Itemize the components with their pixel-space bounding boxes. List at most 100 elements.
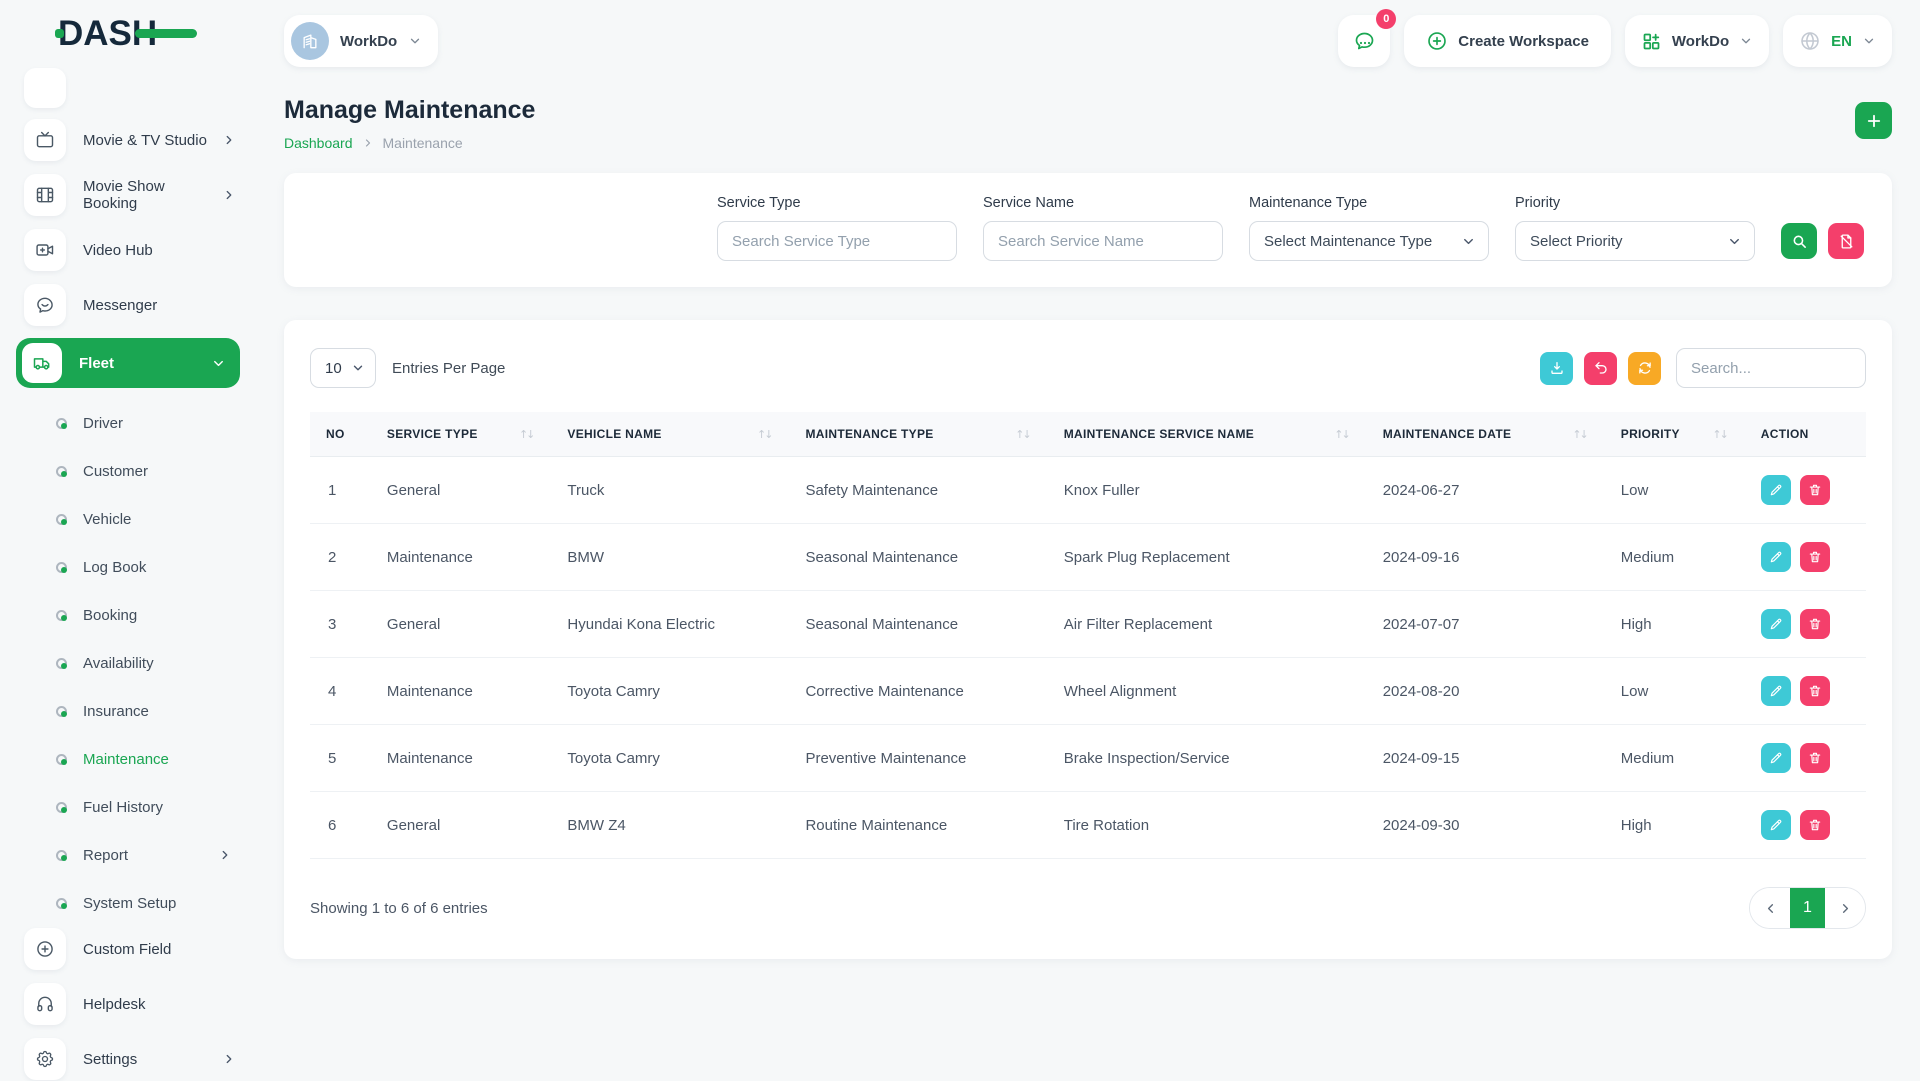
sidebar-item-movie-tv-studio[interactable]: Movie & TV Studio	[16, 118, 240, 162]
pencil-icon	[1769, 617, 1783, 631]
edit-button[interactable]	[1761, 542, 1791, 572]
column-header-vehicle-name[interactable]: VEHICLE NAME↑↓	[557, 412, 795, 457]
breadcrumb: Dashboard Maintenance	[284, 135, 1855, 151]
pencil-icon	[1769, 684, 1783, 698]
showing-entries-text: Showing 1 to 6 of 6 entries	[310, 900, 1749, 917]
sidebar-subitem-fuel-history[interactable]: Fuel History	[16, 783, 240, 831]
submenu-dot-icon	[56, 898, 67, 909]
refresh-button[interactable]	[1628, 352, 1661, 385]
workspace-name: WorkDo	[340, 33, 397, 50]
export-button[interactable]	[1540, 352, 1573, 385]
sidebar-item-label: Movie Show Booking	[83, 178, 222, 212]
column-header-maintenance-service-name[interactable]: MAINTENANCE SERVICE NAME↑↓	[1054, 412, 1373, 457]
app-root: DASH Movie & TV Studio Movie Show Bookin…	[0, 0, 1920, 1080]
dash-logo[interactable]: DASH	[58, 16, 157, 51]
table-row: 6 General BMW Z4 Routine Maintenance Tir…	[310, 792, 1866, 859]
priority-field: Priority Select Priority	[1515, 195, 1755, 261]
next-page-button[interactable]	[1825, 888, 1865, 928]
sidebar-subitem-report[interactable]: Report	[16, 831, 240, 879]
sidebar-subitem-booking[interactable]: Booking	[16, 591, 240, 639]
priority-select[interactable]: Select Priority	[1515, 221, 1755, 261]
messages-badge: 0	[1376, 9, 1396, 29]
sidebar-item-settings[interactable]: Settings	[16, 1037, 240, 1081]
back-button[interactable]	[1584, 352, 1617, 385]
column-header-no: NO	[310, 412, 377, 457]
workspace-menu-button[interactable]: WorkDo	[1625, 15, 1769, 67]
sidebar-item-custom-field[interactable]: Custom Field	[16, 927, 240, 971]
trash-icon	[1808, 483, 1822, 497]
breadcrumb-current: Maintenance	[383, 135, 463, 151]
edit-button[interactable]	[1761, 810, 1791, 840]
maintenance-table-card: 10 Entries Per Page	[284, 320, 1892, 959]
sidebar-item-movie-show-booking[interactable]: Movie Show Booking	[16, 173, 240, 217]
sidebar-subitem-customer[interactable]: Customer	[16, 447, 240, 495]
delete-button[interactable]	[1800, 475, 1830, 505]
column-header-service-type[interactable]: SERVICE TYPE↑↓	[377, 412, 557, 457]
sidebar-item-helpdesk[interactable]: Helpdesk	[16, 982, 240, 1026]
service-name-input[interactable]	[983, 221, 1223, 261]
filter-reset-button[interactable]	[1828, 223, 1864, 259]
submenu-dot-icon	[56, 658, 67, 669]
chevron-right-icon	[222, 133, 236, 147]
sidebar-item-fleet[interactable]: Fleet	[16, 338, 240, 388]
priority-label: Priority	[1515, 195, 1755, 211]
delete-button[interactable]	[1800, 743, 1830, 773]
workspace-switcher[interactable]: WorkDo	[284, 15, 438, 67]
delete-button[interactable]	[1800, 676, 1830, 706]
delete-button[interactable]	[1800, 609, 1830, 639]
table-row: 2 Maintenance BMW Seasonal Maintenance S…	[310, 524, 1866, 591]
messages-button[interactable]: 0	[1338, 15, 1390, 67]
submenu-dot-icon	[56, 610, 67, 621]
edit-button[interactable]	[1761, 743, 1791, 773]
chevron-down-icon	[1862, 34, 1876, 48]
table-row: 5 Maintenance Toyota Camry Preventive Ma…	[310, 725, 1866, 792]
add-maintenance-button[interactable]	[1855, 102, 1892, 139]
chevron-right-icon	[218, 848, 232, 862]
delete-button[interactable]	[1800, 542, 1830, 572]
language-selector[interactable]: EN	[1783, 15, 1892, 67]
tv-icon	[24, 119, 66, 161]
column-header-maintenance-type[interactable]: MAINTENANCE TYPE↑↓	[795, 412, 1053, 457]
logo-dot	[55, 29, 64, 38]
edit-button[interactable]	[1761, 609, 1791, 639]
filter-search-button[interactable]	[1781, 223, 1817, 259]
delete-button[interactable]	[1800, 810, 1830, 840]
sidebar-subitem-system-setup[interactable]: System Setup	[16, 879, 240, 927]
plus-icon	[1865, 112, 1883, 130]
create-workspace-button[interactable]: Create Workspace	[1404, 15, 1611, 67]
column-header-maintenance-date[interactable]: MAINTENANCE DATE↑↓	[1373, 412, 1611, 457]
chevron-down-icon	[351, 361, 365, 375]
headphones-icon	[24, 983, 66, 1025]
download-icon	[1549, 360, 1565, 376]
sidebar-nav: Movie & TV Studio Movie Show Booking Vid…	[16, 66, 260, 1081]
sort-icon: ↑↓	[1572, 428, 1600, 441]
sidebar-subitem-insurance[interactable]: Insurance	[16, 687, 240, 735]
sidebar-subitem-driver[interactable]: Driver	[16, 399, 240, 447]
table-search-input[interactable]	[1676, 348, 1866, 388]
breadcrumb-dashboard-link[interactable]: Dashboard	[284, 135, 353, 151]
service-type-input[interactable]	[717, 221, 957, 261]
maintenance-type-select[interactable]: Select Maintenance Type	[1249, 221, 1489, 261]
page-number[interactable]: 1	[1790, 888, 1825, 928]
submenu-dot-icon	[56, 850, 67, 861]
logo-row: DASH	[16, 0, 260, 66]
sidebar-item-messenger[interactable]: Messenger	[16, 283, 240, 327]
search-icon	[1791, 233, 1808, 250]
sidebar-subitem-vehicle[interactable]: Vehicle	[16, 495, 240, 543]
entries-per-page-select[interactable]: 10	[310, 348, 376, 388]
submenu-dot-icon	[56, 706, 67, 717]
previous-page-button[interactable]	[1750, 888, 1790, 928]
table-footer: Showing 1 to 6 of 6 entries 1	[310, 887, 1866, 929]
edit-button[interactable]	[1761, 475, 1791, 505]
sidebar-item-label: Fleet	[79, 355, 211, 372]
edit-button[interactable]	[1761, 676, 1791, 706]
circle-plus-icon	[24, 928, 66, 970]
sidebar: DASH Movie & TV Studio Movie Show Bookin…	[0, 0, 260, 1080]
sidebar-subitem-maintenance[interactable]: Maintenance	[16, 735, 240, 783]
sidebar-item-video-hub[interactable]: Video Hub	[16, 228, 240, 272]
sidebar-subitem-availability[interactable]: Availability	[16, 639, 240, 687]
sort-icon: ↑↓	[519, 428, 547, 441]
submenu-dot-icon	[56, 562, 67, 573]
sidebar-subitem-log-book[interactable]: Log Book	[16, 543, 240, 591]
column-header-priority[interactable]: PRIORITY↑↓	[1611, 412, 1751, 457]
